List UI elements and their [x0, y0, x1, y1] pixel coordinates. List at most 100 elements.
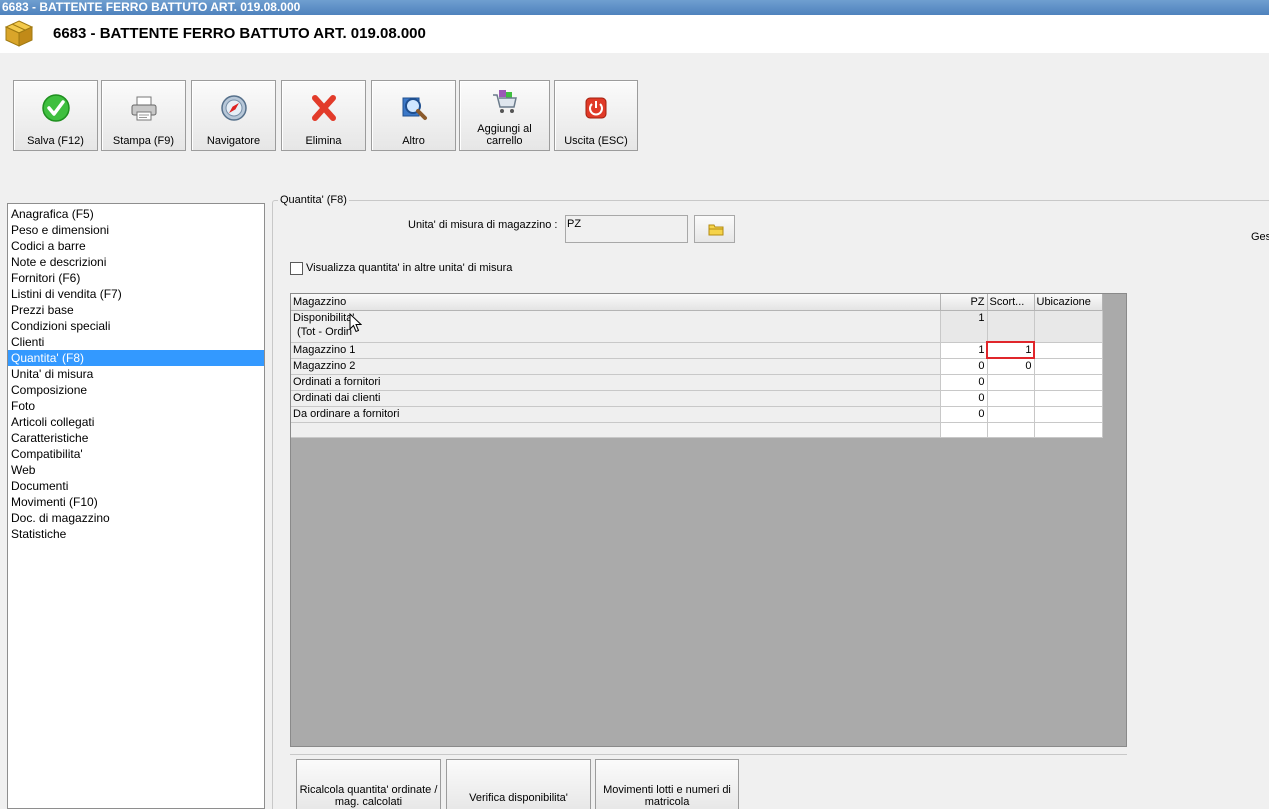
sidebar-item-anagrafica[interactable]: Anagrafica (F5): [8, 206, 264, 222]
table-row[interactable]: Magazzino 1 1 1: [291, 341, 1103, 359]
ubicazione-cell[interactable]: [1034, 310, 1103, 343]
row-name: Ordinati dai clienti: [291, 390, 941, 407]
empty-cell[interactable]: [940, 422, 988, 438]
record-title: 6683 - BATTENTE FERRO BATTUTO ART. 019.0…: [53, 25, 426, 42]
sidebar-item-note-descrizioni[interactable]: Note e descrizioni: [8, 254, 264, 270]
sidebar-item-fornitori[interactable]: Fornitori (F6): [8, 270, 264, 286]
stock-grid[interactable]: Magazzino PZ Scort... Ubicazione Disponi…: [291, 294, 1103, 438]
pz-cell[interactable]: 0: [940, 374, 988, 391]
sidebar-item-codici-barre[interactable]: Codici a barre: [8, 238, 264, 254]
empty-cell[interactable]: [987, 422, 1035, 438]
save-button[interactable]: Salva (F12): [13, 80, 98, 151]
table-row[interactable]: Da ordinare a fornitori 0: [291, 406, 1103, 423]
pz-cell[interactable]: 1: [940, 342, 988, 359]
navigator-button-label: Navigatore: [206, 135, 261, 147]
ubicazione-cell[interactable]: [1034, 374, 1103, 391]
pz-cell[interactable]: 0: [940, 390, 988, 407]
pz-cell[interactable]: 1: [940, 310, 988, 343]
folder-icon: [708, 224, 724, 236]
show-other-units-label[interactable]: Visualizza quantita' in altre unita' di …: [306, 262, 512, 274]
stock-grid-area[interactable]: Magazzino PZ Scort... Ubicazione Disponi…: [290, 293, 1127, 747]
exit-button-label: Uscita (ESC): [564, 135, 628, 147]
sidebar-item-listini-vendita[interactable]: Listini di vendita (F7): [8, 286, 264, 302]
sidebar-item-quantita[interactable]: Quantita' (F8): [8, 350, 264, 366]
table-row[interactable]: Ordinati a fornitori 0: [291, 374, 1103, 391]
scorta-cell-selected[interactable]: 1: [986, 341, 1035, 359]
section-list[interactable]: Anagrafica (F5) Peso e dimensioni Codici…: [7, 203, 265, 809]
col-header-scorta[interactable]: Scort...: [987, 294, 1035, 311]
other-button[interactable]: Altro: [371, 80, 456, 151]
check-availability-button[interactable]: Verifica disponibilita': [446, 759, 591, 809]
sidebar-item-peso-dimensioni[interactable]: Peso e dimensioni: [8, 222, 264, 238]
power-icon: [585, 97, 607, 119]
table-row[interactable]: Magazzino 2 0 0: [291, 358, 1103, 375]
mouse-cursor-icon: [349, 313, 362, 333]
col-header-magazzino[interactable]: Magazzino: [291, 294, 941, 311]
empty-cell: [291, 422, 941, 438]
row-name: Ordinati a fornitori: [291, 374, 941, 391]
sidebar-item-clienti[interactable]: Clienti: [8, 334, 264, 350]
record-header: 6683 - BATTENTE FERRO BATTUTO ART. 019.0…: [0, 15, 1269, 53]
empty-cell[interactable]: [1034, 422, 1103, 438]
sidebar-item-statistiche[interactable]: Statistiche: [8, 526, 264, 542]
row-name: Da ordinare a fornitori: [291, 406, 941, 423]
show-other-units-checkbox[interactable]: [290, 262, 303, 275]
lot-serial-movements-button[interactable]: Movimenti lotti e numeri di matricola: [595, 759, 739, 809]
uom-label: Unita' di misura di magazzino :: [408, 219, 558, 231]
add-to-cart-button[interactable]: Aggiungi al carrello: [459, 80, 550, 151]
ubicazione-cell[interactable]: [1034, 406, 1103, 423]
window-title: 6683 - BATTENTE FERRO BATTUTO ART. 019.0…: [2, 0, 301, 14]
product-box-icon: [4, 20, 34, 47]
delete-button-label: Elimina: [305, 135, 342, 147]
scorta-cell[interactable]: 0: [987, 358, 1035, 375]
check-icon: [41, 94, 70, 122]
save-button-label: Salva (F12): [27, 135, 84, 147]
sidebar-item-doc-magazzino[interactable]: Doc. di magazzino: [8, 510, 264, 526]
sidebar-item-caratteristiche[interactable]: Caratteristiche: [8, 430, 264, 446]
recalculate-quantities-button[interactable]: Ricalcola quantita' ordinate / mag. calc…: [296, 759, 441, 809]
print-button[interactable]: Stampa (F9): [101, 80, 186, 151]
printer-icon: [131, 96, 156, 121]
navigator-button[interactable]: Navigatore: [191, 80, 276, 151]
window-title-bar: 6683 - BATTENTE FERRO BATTUTO ART. 019.0…: [0, 0, 1269, 15]
pz-cell[interactable]: 0: [940, 406, 988, 423]
table-row[interactable]: Ordinati dai clienti 0: [291, 390, 1103, 407]
row-name: Magazzino 1: [291, 342, 941, 359]
add-to-cart-button-label: Aggiungi al carrello: [477, 123, 532, 147]
quantity-group-title: Quantita' (F8): [278, 194, 349, 206]
exit-button[interactable]: Uscita (ESC): [554, 80, 638, 151]
sidebar-item-documenti[interactable]: Documenti: [8, 478, 264, 494]
table-row-empty[interactable]: [291, 422, 1103, 438]
sidebar-item-composizione[interactable]: Composizione: [8, 382, 264, 398]
sidebar-item-foto[interactable]: Foto: [8, 398, 264, 414]
sidebar-item-articoli-collegati[interactable]: Articoli collegati: [8, 414, 264, 430]
lot-serial-movements-label: Movimenti lotti e numeri di matricola: [603, 784, 731, 808]
col-header-pz[interactable]: PZ: [940, 294, 988, 311]
compass-icon: [220, 95, 247, 121]
sidebar-item-web[interactable]: Web: [8, 462, 264, 478]
ubicazione-cell[interactable]: [1034, 390, 1103, 407]
pz-cell[interactable]: 0: [940, 358, 988, 375]
table-row[interactable]: Disponibilita' (Tot - Ordin 1: [291, 310, 1103, 343]
row-name: Disponibilita': [293, 311, 355, 324]
ubicazione-cell[interactable]: [1034, 342, 1103, 359]
col-header-ubicazione[interactable]: Ubicazione: [1034, 294, 1103, 311]
recalculate-quantities-label: Ricalcola quantita' ordinate / mag. calc…: [299, 784, 438, 808]
sidebar-item-unita-misura[interactable]: Unita' di misura: [8, 366, 264, 382]
uom-browse-button[interactable]: [694, 215, 735, 243]
scorta-cell[interactable]: [987, 406, 1035, 423]
scorta-cell[interactable]: [987, 310, 1035, 343]
delete-button[interactable]: Elimina: [281, 80, 366, 151]
magnifier-icon: [402, 97, 427, 120]
sidebar-item-compatibilita[interactable]: Compatibilita': [8, 446, 264, 462]
sidebar-item-condizioni-speciali[interactable]: Condizioni speciali: [8, 318, 264, 334]
check-availability-label: Verifica disponibilita': [469, 792, 568, 804]
row-name-subtitle: (Tot - Ordin: [297, 325, 353, 338]
scorta-cell[interactable]: [987, 390, 1035, 407]
sidebar-item-movimenti[interactable]: Movimenti (F10): [8, 494, 264, 510]
scorta-cell[interactable]: [987, 374, 1035, 391]
delete-x-icon: [311, 95, 336, 121]
ubicazione-cell[interactable]: [1034, 358, 1103, 375]
sidebar-item-prezzi-base[interactable]: Prezzi base: [8, 302, 264, 318]
uom-field[interactable]: PZ: [565, 215, 688, 243]
